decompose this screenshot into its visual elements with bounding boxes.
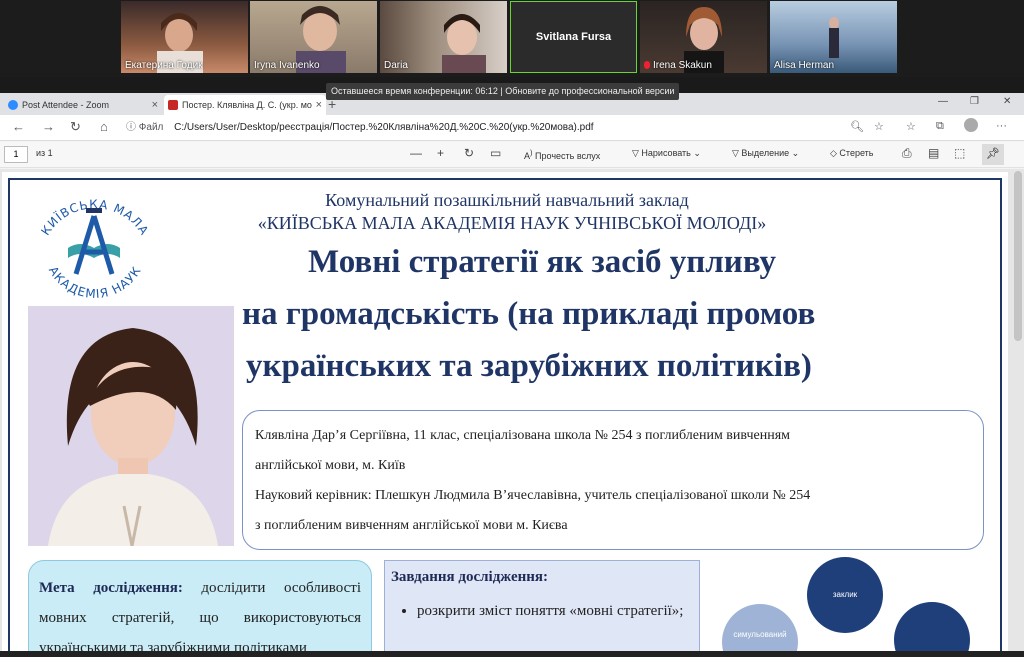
collections-icon[interactable]: ⧉ — [936, 120, 944, 133]
research-goal-box: Мета дослідження: дослідити особливості … — [28, 560, 372, 651]
save-icon[interactable]: ▤ — [928, 146, 939, 160]
minimize-icon[interactable]: — — [938, 96, 948, 107]
participant-tile[interactable]: Irena Skakun — [640, 1, 767, 73]
supervisor-line: з поглибленим вивченням англійської мови… — [255, 518, 568, 533]
page-count: из 1 — [36, 148, 53, 158]
participant-name: Daria — [384, 60, 408, 71]
vertical-scrollbar[interactable] — [1014, 171, 1022, 341]
task-item: розкрити зміст поняття «мовні стратегії»… — [417, 596, 693, 626]
participant-tile[interactable]: Alisa Herman — [770, 1, 897, 73]
rotate-icon[interactable]: ↻ — [464, 146, 474, 160]
address-bar-row: ← → ↻ ⌂ ⓘ Файл C:/Users/User/Desktop/реє… — [0, 115, 1024, 141]
profile-avatar[interactable] — [964, 118, 978, 132]
zoom-icon — [8, 100, 18, 110]
poster-title-line-1: Мовні стратегії як засіб упливу — [308, 244, 777, 280]
address-input[interactable]: ⓘ Файл C:/Users/User/Desktop/реєстрація/… — [126, 119, 896, 137]
close-tab-icon[interactable]: × — [152, 95, 158, 115]
pdf-toolbar: 1 из 1 — + ↻ ▭ A) Прочесть вслух ▽ Нарис… — [0, 142, 1024, 168]
poster-title-line-2: на громадськість (на прикладі промов — [242, 296, 816, 332]
back-icon[interactable]: ← — [12, 119, 25, 134]
print-icon[interactable]: ⎙ — [902, 146, 912, 161]
tab-pdf-poster[interactable]: Постер. Клявліна Д. С. (укр. мо × — [164, 95, 326, 115]
draw-button[interactable]: ▽ Нарисовать ⌄ — [632, 148, 701, 159]
participant-name: Alisa Herman — [774, 60, 835, 71]
erase-button[interactable]: ◇ Стереть — [830, 148, 873, 159]
zoom-in-icon[interactable]: + — [437, 146, 444, 160]
supervisor-line: Науковий керівник: Плешкун Людмила В’яче… — [255, 488, 811, 503]
highlight-button[interactable]: ▽ Выделение ⌄ — [732, 148, 799, 159]
home-icon[interactable]: ⌂ — [100, 119, 108, 134]
pdf-viewer[interactable]: КИЇВСЬКА МАЛА АКАДЕМІЯ НАУК Комунальний … — [0, 169, 1024, 651]
save-as-icon[interactable]: ⬚ — [954, 146, 965, 160]
diagram-node: заклик — [807, 557, 883, 633]
favorites-icon[interactable]: ☆ — [906, 120, 916, 133]
file-scheme-label: ⓘ Файл — [126, 122, 164, 133]
participant-name: Svitlana Fursa — [535, 31, 612, 43]
more-icon[interactable]: ··· — [996, 120, 1007, 132]
participant-name: Екатерина Годик — [125, 60, 203, 71]
browser-window: Post Attendee - Zoom × Постер. Клявліна … — [0, 93, 1024, 651]
favorite-star-icon[interactable]: ☆ — [874, 120, 884, 133]
maximize-icon[interactable]: ❐ — [970, 96, 979, 107]
read-aloud-button[interactable]: A) Прочесть вслух — [524, 148, 600, 161]
participant-name: Iryna Ivanenko — [254, 60, 320, 71]
meeting-time-tooltip: Оставшееся время конференции: 06:12 | Об… — [326, 83, 680, 100]
authors-box: Клявліна Дар’я Сергіївна, 11 клас, спеці… — [242, 410, 984, 550]
institution-line-2: «КИЇВСЬКА МАЛА АКАДЕМІЯ НАУК УЧНІВСЬКОЇ … — [257, 213, 767, 233]
poster-page: КИЇВСЬКА МАЛА АКАДЕМІЯ НАУК Комунальний … — [2, 172, 1008, 651]
tasks-heading: Завдання дослідження: — [391, 569, 549, 585]
forward-icon[interactable]: → — [42, 119, 55, 134]
page-number-input[interactable]: 1 — [4, 146, 28, 163]
tab-post-attendee-zoom[interactable]: Post Attendee - Zoom × — [4, 95, 162, 115]
taskbar-edge — [0, 651, 1024, 657]
fit-page-icon[interactable]: ▭ — [490, 146, 501, 160]
pin-toolbar-icon[interactable]: 📌︎ — [982, 144, 1004, 165]
close-tab-icon[interactable]: × — [316, 95, 322, 115]
research-tasks-box: Завдання дослідження: розкрити зміст пон… — [384, 560, 700, 651]
zoom-out-icon[interactable]: — — [410, 146, 422, 160]
kman-logo: КИЇВСЬКА МАЛА АКАДЕМІЯ НАУК — [38, 197, 150, 298]
active-speaker-tile[interactable]: Svitlana Fursa — [510, 1, 637, 73]
pdf-icon — [168, 100, 178, 110]
reload-icon[interactable]: ↻ — [70, 119, 81, 135]
muted-mic-icon — [644, 61, 650, 69]
participant-tile[interactable]: Екатерина Годик — [121, 1, 248, 73]
goal-heading: Мета дослідження: — [39, 580, 183, 596]
zoom-search-icon[interactable]: 🔍︎ — [850, 120, 864, 133]
institution-line-1: Комунальний позашкільний навчальний закл… — [325, 190, 689, 210]
zoom-participant-strip: Екатерина Годик Iryna Ivanenko Daria Svi… — [0, 0, 1024, 77]
participant-name: Irena Skakun — [644, 60, 712, 71]
author-line: англійської мови, м. Київ — [255, 458, 406, 473]
author-line: Клявліна Дар’я Сергіївна, 11 клас, спеці… — [255, 428, 791, 443]
poster-title-line-3: українських та зарубіжних політиків) — [246, 348, 812, 384]
participant-tile[interactable]: Iryna Ivanenko — [250, 1, 377, 73]
author-photo — [28, 306, 234, 546]
close-window-icon[interactable]: ✕ — [1003, 96, 1011, 107]
svg-text:АКАДЕМІЯ НАУК: АКАДЕМІЯ НАУК — [46, 264, 144, 298]
participant-tile[interactable]: Daria — [380, 1, 507, 73]
